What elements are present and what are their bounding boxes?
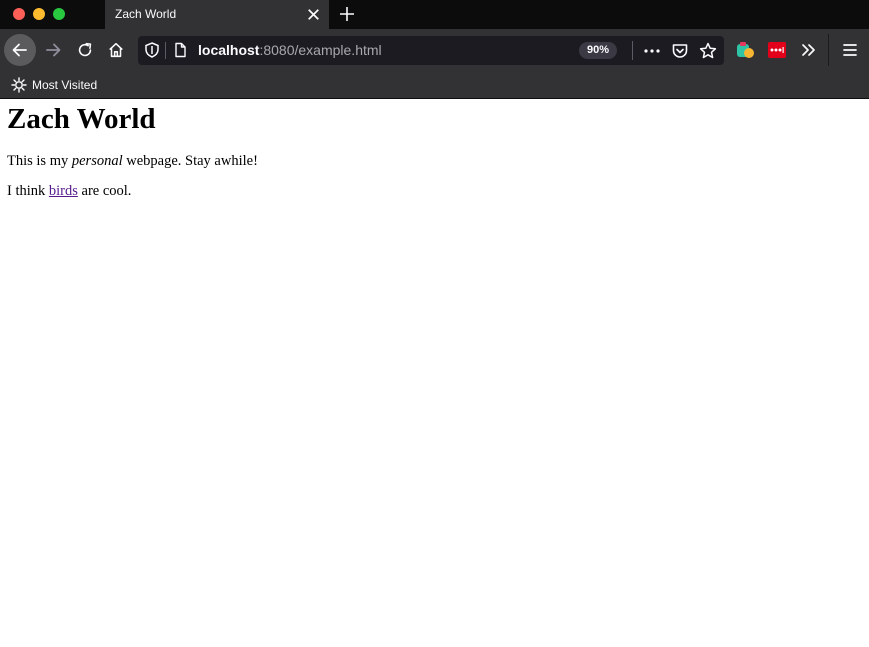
- address-bar[interactable]: localhost:8080/example.html 90%: [138, 36, 724, 65]
- url-text[interactable]: localhost:8080/example.html: [198, 42, 382, 59]
- close-tab-icon[interactable]: [305, 6, 322, 23]
- zoom-reset-button[interactable]: 90%: [579, 42, 618, 59]
- bookmark-most-visited[interactable]: Most Visited: [11, 76, 97, 94]
- tab-title: Zach World: [115, 7, 177, 21]
- new-tab-icon[interactable]: [337, 4, 357, 24]
- reload-button[interactable]: [71, 36, 99, 64]
- toolbar-overflow-icon[interactable]: [799, 40, 819, 60]
- extension-icon[interactable]: [735, 40, 755, 60]
- hamburger-menu-icon[interactable]: [840, 40, 860, 60]
- window-minimize-button[interactable]: [33, 8, 45, 20]
- birds-link[interactable]: birds: [49, 183, 78, 199]
- back-button[interactable]: [4, 34, 36, 66]
- birds-text-after: are cool.: [81, 183, 132, 199]
- window-maximize-button[interactable]: [53, 8, 65, 20]
- page-actions-divider: [632, 41, 633, 60]
- tab-active[interactable]: Zach World: [105, 0, 329, 29]
- home-button[interactable]: [102, 36, 130, 64]
- tracking-protection-shield-icon[interactable]: [143, 41, 161, 59]
- page-content: Zach World This is my personal webpage. …: [0, 99, 869, 647]
- forward-button[interactable]: [39, 36, 67, 64]
- bookmark-star-icon[interactable]: [698, 41, 718, 61]
- reload-icon: [78, 42, 92, 57]
- birds-text-before: I think: [7, 183, 46, 199]
- intro-paragraph: This is my personal webpage. Stay awhile…: [7, 153, 862, 170]
- back-arrow-icon: [12, 43, 27, 57]
- page-info-icon[interactable]: [171, 41, 189, 59]
- page-actions-menu-icon[interactable]: [642, 41, 662, 61]
- window-close-button[interactable]: [13, 8, 25, 20]
- bookmarks-toolbar: Most Visited: [0, 71, 869, 99]
- home-icon: [109, 42, 123, 58]
- gear-icon: [11, 77, 27, 93]
- intro-text-after: webpage. Stay awhile!: [126, 153, 258, 169]
- url-host: localhost: [198, 42, 260, 58]
- url-path: :8080/example.html: [259, 42, 382, 58]
- title-bar: Zach World: [0, 0, 869, 29]
- page-heading: Zach World: [7, 103, 156, 135]
- intro-emphasis: personal: [71, 153, 123, 169]
- lastpass-extension-icon[interactable]: [768, 42, 786, 58]
- toolbar-separator: [828, 34, 829, 66]
- bookmark-label: Most Visited: [32, 78, 98, 92]
- birds-paragraph: I think birds are cool.: [7, 183, 862, 200]
- forward-arrow-icon: [46, 43, 61, 57]
- pocket-icon[interactable]: [670, 41, 690, 61]
- intro-text-before: This is my: [7, 153, 69, 169]
- url-divider: [165, 42, 166, 59]
- lastpass-dots-icon: [770, 47, 784, 53]
- navigation-bar: localhost:8080/example.html 90%: [0, 29, 869, 71]
